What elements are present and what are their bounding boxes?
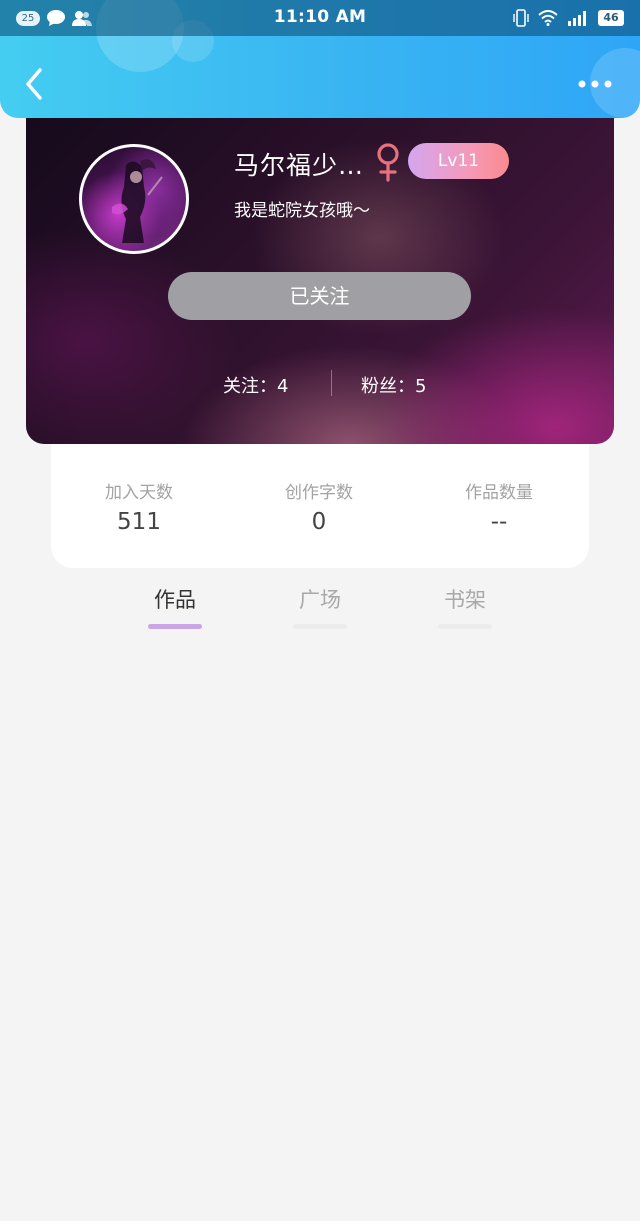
more-button[interactable] [576,74,614,94]
tab-label: 书架 [444,588,486,612]
stat-works-count: 作品数量 -- [409,478,589,535]
tab-label: 广场 [299,588,341,612]
following-count[interactable]: 关注：4 [223,372,288,398]
stat-label: 创作字数 [285,483,353,503]
status-bar-right: 46 [513,8,624,28]
tab-bookshelf[interactable]: 书架 [425,584,505,634]
stats-card: 加入天数 511 创作字数 0 作品数量 -- [51,444,589,568]
followed-button[interactable]: 已关注 [168,272,471,320]
more-dots-icon [578,80,612,88]
chevron-left-icon [26,68,42,100]
tab-indicator [293,624,347,629]
battery-icon: 46 [598,10,624,26]
stat-value: 511 [117,509,161,535]
stat-word-count: 创作字数 0 [229,478,409,535]
vibrate-icon [513,9,529,27]
back-button[interactable] [18,64,54,104]
stat-value: 0 [311,509,327,535]
stat-value: -- [490,509,508,535]
tab-square[interactable]: 广场 [280,584,360,634]
stat-join-days: 加入天数 511 [49,478,229,535]
bio: 我是蛇院女孩哦～ [234,201,370,221]
profile-card: 马尔福少… Lv11 我是蛇院女孩哦～ 已关注 关注：4 粉丝：5 [26,100,614,444]
level-badge: Lv11 [408,143,509,179]
avatar-image [112,159,163,243]
avatar[interactable] [79,144,189,254]
tab-indicator [148,624,202,629]
username: 马尔福少… [234,151,365,180]
tab-works[interactable]: 作品 [135,584,215,634]
tab-label: 作品 [154,588,196,612]
stat-divider [331,370,332,396]
tab-indicator [438,624,492,629]
female-gender-icon [377,143,399,182]
stat-label: 加入天数 [105,483,173,503]
fans-count[interactable]: 粉丝：5 [361,372,426,398]
status-bar: 25 11:10 AM 46 [0,0,640,36]
stat-label: 作品数量 [465,483,533,503]
header: 25 11:10 AM 46 [0,0,640,118]
signal-icon [568,11,586,26]
profile-page: 25 11:10 AM 46 马尔福少… Lv11 我是蛇院女孩哦～ 已关注 关… [0,0,640,1221]
wifi-icon [538,10,558,26]
